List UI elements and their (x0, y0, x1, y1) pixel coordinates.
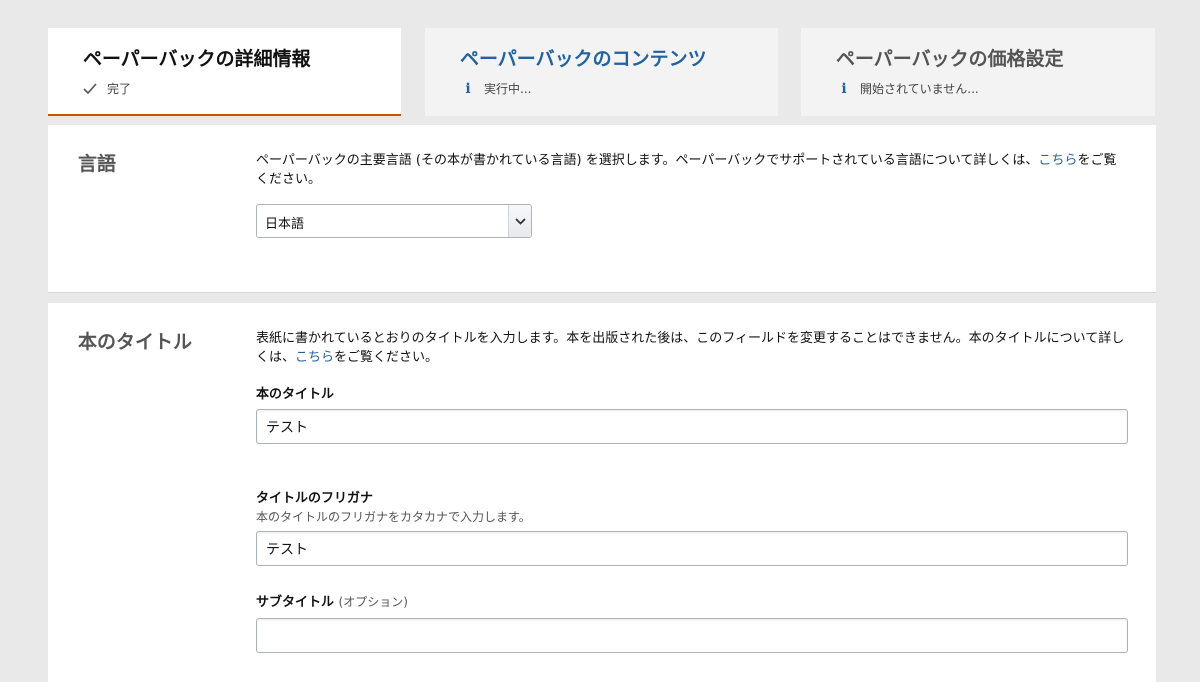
book-title-input[interactable] (256, 409, 1128, 444)
tab-paperback-content[interactable]: ペーパーバックのコンテンツ i 実行中... (425, 28, 778, 116)
tab-status-text: 実行中... (484, 82, 532, 96)
book-title-heading: 本のタイトル (78, 331, 193, 353)
chevron-down-icon (508, 205, 531, 237)
tab-status: i 実行中... (460, 80, 778, 97)
tab-status-text: 開始されていません... (860, 82, 979, 96)
tab-paperback-pricing[interactable]: ペーパーバックの価格設定 i 開始されていません... (801, 28, 1155, 116)
language-select[interactable]: 日本語 (256, 204, 532, 238)
language-body: ペーパーバックの主要言語 (その本が書かれている言語) を選択します。ペーパーバ… (256, 151, 1128, 238)
book-title-field: 本のタイトル (256, 383, 1128, 444)
tab-title: ペーパーバックのコンテンツ (460, 48, 707, 70)
subtitle-label: サブタイトル (オプション) (256, 591, 1128, 610)
language-select-value: 日本語 (265, 217, 305, 232)
language-help-link[interactable]: こちら (1038, 153, 1077, 168)
subtitle-optional: (オプション) (338, 595, 408, 609)
subtitle-input[interactable] (256, 618, 1128, 653)
check-icon (83, 83, 99, 94)
book-title-description-tail: をご覧ください。 (334, 350, 439, 365)
book-title-body: 表紙に書かれているとおりのタイトルを入力します。本を出版された後は、このフィール… (256, 329, 1128, 682)
furigana-input[interactable] (256, 531, 1128, 566)
book-title-help-link[interactable]: こちら (295, 350, 334, 365)
tab-title: ペーパーバックの詳細情報 (83, 48, 311, 70)
book-title-label: 本のタイトル (256, 387, 335, 402)
info-icon: i (841, 80, 847, 97)
language-description: ペーパーバックの主要言語 (その本が書かれている言語) を選択します。ペーパーバ… (256, 151, 1128, 189)
furigana-help: 本のタイトルのフリガナをカタカナで入力します。 (256, 510, 531, 524)
subtitle-field: サブタイトル (オプション) (256, 591, 1128, 653)
tab-title: ペーパーバックの価格設定 (836, 48, 1064, 70)
tab-paperback-details[interactable]: ペーパーバックの詳細情報 完了 (48, 28, 401, 116)
tab-status-text: 完了 (107, 82, 132, 96)
step-tabs: ペーパーバックの詳細情報 完了 ペーパーバックのコンテンツ i 実行中... ペ… (48, 28, 1155, 116)
tab-status: 完了 (83, 80, 401, 97)
language-description-text: ペーパーバックの主要言語 (その本が書かれている言語) を選択します。ペーパーバ… (256, 153, 1039, 168)
info-icon: i (465, 80, 471, 97)
furigana-label: タイトルのフリガナ (256, 491, 374, 506)
subtitle-label-text: サブタイトル (256, 595, 335, 610)
furigana-field: タイトルのフリガナ 本のタイトルのフリガナをカタカナで入力します。 (256, 487, 1128, 566)
language-heading: 言語 (78, 153, 117, 175)
book-title-panel: 本のタイトル 表紙に書かれているとおりのタイトルを入力します。本を出版された後は… (48, 303, 1156, 682)
tab-status: i 開始されていません... (836, 80, 1155, 97)
language-panel: 言語 ペーパーバックの主要言語 (その本が書かれている言語) を選択します。ペー… (48, 125, 1156, 293)
book-title-description: 表紙に書かれているとおりのタイトルを入力します。本を出版された後は、このフィール… (256, 329, 1128, 367)
